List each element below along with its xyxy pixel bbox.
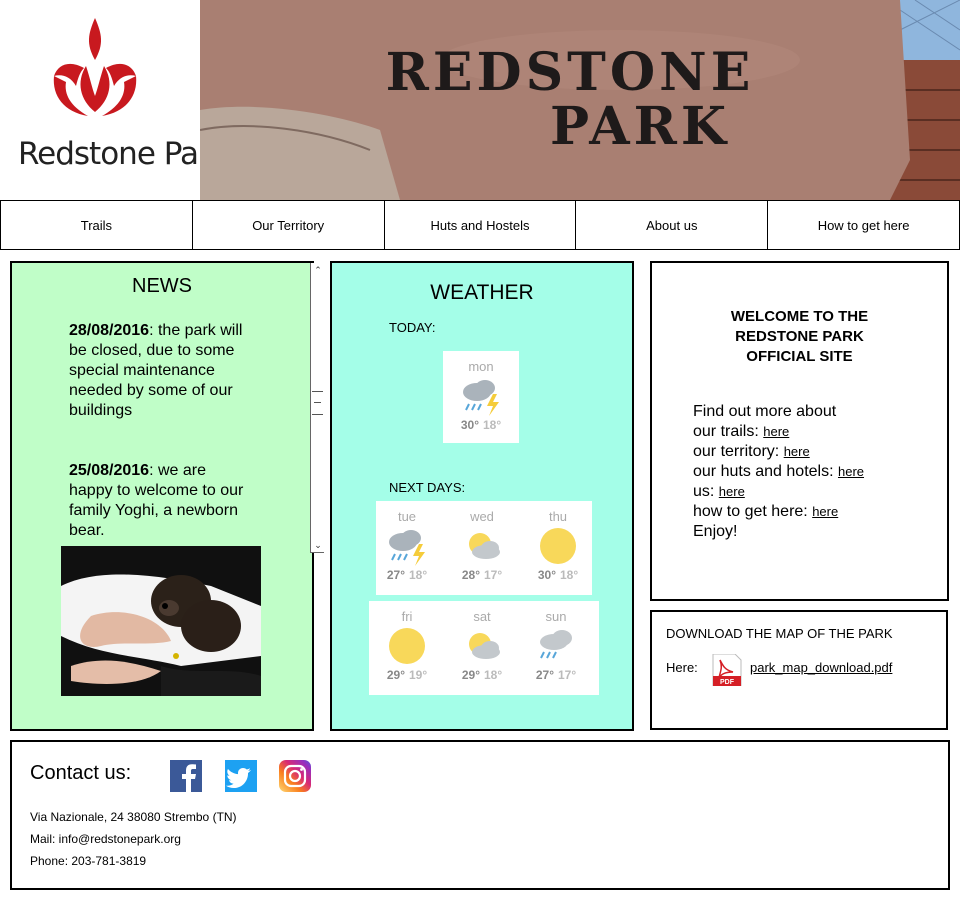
contact-address: Via Nazionale, 24 38080 Strembo (TN) [30, 810, 237, 824]
about-here-link[interactable]: here [719, 484, 745, 499]
forecast-day: fri 29° 19° [386, 609, 428, 682]
svg-text:PDF: PDF [720, 679, 735, 686]
welcome-title: WELCOME TO THE REDSTONE PARK OFFICIAL SI… [730, 308, 869, 365]
bear-cub-photo [61, 546, 261, 696]
download-title: DOWNLOAD THE MAP OF THE PARK [666, 626, 893, 641]
nav-item-territory[interactable]: Our Territory [192, 200, 385, 250]
directions-here-link[interactable]: here [812, 504, 838, 519]
scroll-down-icon[interactable]: ⌄ [313, 540, 323, 550]
link-row-trails: our trails: here [693, 423, 790, 440]
flower-logo-icon [53, 18, 137, 116]
forecast-day-name: mon [468, 359, 494, 374]
nav-item-how-to-get-here[interactable]: How to get here [768, 200, 960, 250]
contact-mail: Mail: info@redstonepark.org [30, 832, 181, 846]
link-row-territory: our territory: here [693, 443, 810, 460]
forecast-day: wed 28° 17° [461, 509, 503, 582]
welcome-panel: WELCOME TO THE REDSTONE PARK OFFICIAL SI… [650, 261, 949, 601]
banner-title-line2: PARK [549, 96, 731, 157]
logo[interactable]: Redstone Park [0, 0, 228, 200]
site-header: Redstone Park REDSTONE PARK [0, 0, 960, 200]
logo-text: Redstone Park [18, 136, 228, 172]
download-here-label: Here: [666, 660, 698, 675]
forecast-card-row2: fri 29° 19° sat 29° 18° sun 27° 17° [369, 601, 599, 695]
link-row-about: us: here [693, 483, 745, 500]
forecast-day: sun 27° 17° [535, 609, 577, 682]
twitter-icon[interactable] [225, 760, 257, 792]
nav-item-about[interactable]: About us [576, 200, 769, 250]
contact-phone: Phone: 203-781-3819 [30, 854, 147, 868]
partly-cloudy-icon [469, 533, 500, 559]
instagram-icon[interactable] [279, 760, 311, 792]
link-row-directions: how to get here: here [693, 503, 839, 520]
forecast-day: thu 30° 18° [537, 509, 579, 582]
news-date: 25/08/2016 [69, 462, 150, 479]
nav-item-trails[interactable]: Trails [0, 200, 193, 250]
news-date: 28/08/2016 [69, 322, 150, 339]
sun-icon [389, 628, 425, 664]
trails-here-link[interactable]: here [763, 424, 789, 439]
nav-item-huts[interactable]: Huts and Hostels [384, 200, 577, 250]
news-title: NEWS [132, 275, 192, 297]
download-panel: DOWNLOAD THE MAP OF THE PARK Here: PDF p… [650, 610, 948, 730]
banner-title-line1: REDSTONE [385, 42, 755, 103]
weather-title: WEATHER [430, 281, 534, 304]
news-item: 25/08/2016: we are happy to welcome to o… [69, 461, 254, 541]
today-label: TODAY: [389, 320, 436, 335]
contact-panel: Contact us: Via Nazionale, 24 38080 Stre… [10, 740, 950, 890]
main-nav: Trails Our Territory Huts and Hostels Ab… [0, 200, 960, 250]
news-item: 28/08/2016: the park will be closed, due… [69, 321, 254, 421]
forecast-day: sat 29° 18° [461, 609, 503, 682]
forecast-day: mon 30° 18° [444, 351, 518, 432]
next-days-label: NEXT DAYS: [389, 480, 466, 495]
welcome-links: Find out more about our trails: here our… [693, 403, 865, 540]
contact-title: Contact us: [30, 762, 132, 784]
news-panel: NEWS ⌃ ⌄ 28/08/2016: the park will be cl… [10, 261, 324, 731]
forecast-temps: 30° 18° [460, 418, 502, 432]
map-download-link[interactable]: park_map_download.pdf [750, 660, 892, 675]
storm-icon [463, 380, 499, 416]
today-forecast-card: mon 30° 18° [443, 351, 519, 443]
news-scrollbar[interactable]: ⌃ ⌄ [310, 263, 324, 553]
scroll-thumb[interactable] [312, 391, 323, 415]
weather-panel: WEATHER TODAY: mon 30° 18° NEXT DAYS: tue… [330, 261, 634, 731]
scroll-up-icon[interactable]: ⌃ [313, 265, 323, 275]
huts-here-link[interactable]: here [838, 464, 864, 479]
banner-image: REDSTONE PARK [200, 0, 960, 200]
sun-icon [540, 528, 576, 564]
forecast-day: tue 27° 18° [386, 509, 428, 582]
storm-icon [389, 530, 425, 566]
facebook-icon[interactable] [170, 760, 202, 792]
link-row-huts: our huts and hotels: here [693, 463, 865, 480]
partly-cloudy-icon [469, 633, 500, 659]
rain-icon [540, 630, 572, 659]
territory-here-link[interactable]: here [784, 444, 810, 459]
forecast-card-row1: tue 27° 18° wed 28° 17° thu 30° 18° [376, 501, 592, 595]
pdf-icon[interactable]: PDF [711, 654, 743, 686]
